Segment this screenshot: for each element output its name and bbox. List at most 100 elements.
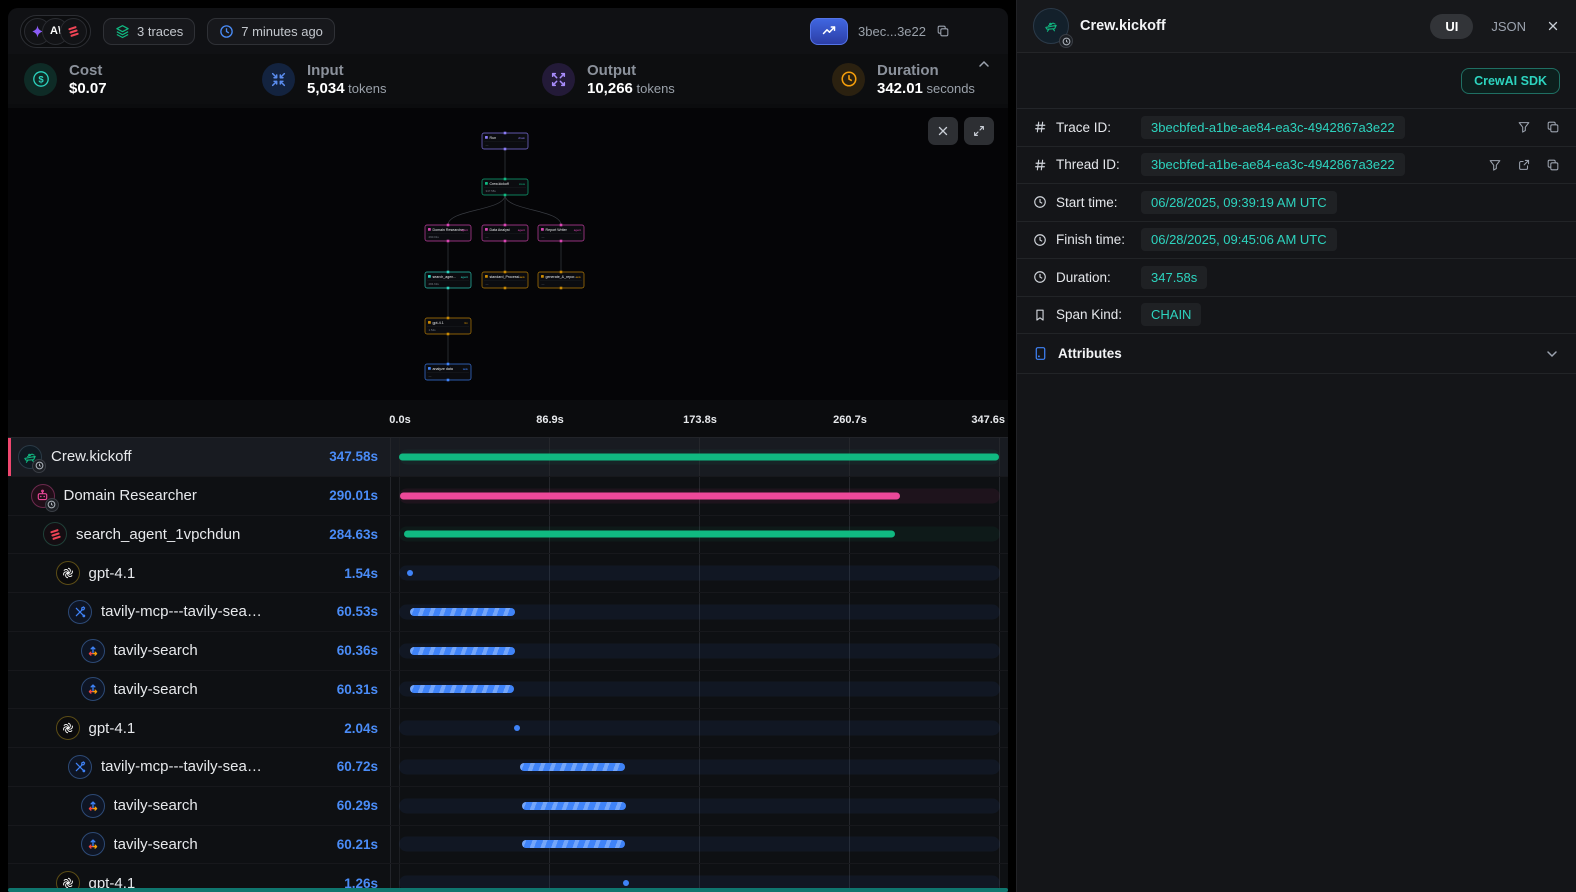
field-value[interactable]: CHAIN (1141, 303, 1201, 326)
svg-text:—: — (429, 374, 432, 378)
field-row-finish-time: Finish time:06/28/2025, 09:45:06 AM UTC (1017, 222, 1576, 260)
timeline-bar[interactable] (522, 840, 626, 848)
graph-node-ad[interactable]: analyze datatask— (425, 363, 471, 382)
span-label: tavily-search (114, 681, 329, 698)
field-value[interactable]: 347.58s (1141, 266, 1207, 289)
span-label: gpt-4.1 (89, 720, 337, 737)
bookmark-icon (1033, 308, 1047, 322)
crew-span-icon (1033, 8, 1069, 44)
timeline-bar[interactable] (404, 531, 895, 538)
tab-ui[interactable]: UI (1430, 14, 1473, 39)
field-label: Start time: (1056, 195, 1132, 210)
timeline-bar[interactable] (623, 880, 629, 886)
trace-row-tavily-search[interactable]: tavily-search60.36s (8, 632, 1008, 671)
metric-value: $0.07 (69, 80, 107, 97)
svg-text:search_agen...: search_agen... (433, 275, 457, 279)
row-name-cell: tavily-search60.21s (8, 826, 391, 864)
trace-age-pill[interactable]: 7 minutes ago (207, 18, 335, 45)
chevron-up-icon[interactable] (976, 56, 992, 72)
clock-sm-icon (1033, 233, 1047, 247)
span-label: tavily-search (114, 836, 329, 853)
layers-icon (115, 24, 130, 39)
tab-json[interactable]: JSON (1491, 14, 1526, 39)
graph-node-run[interactable]: Runchain— (482, 132, 528, 151)
clock-icon (840, 70, 858, 88)
trace-row-gpt-4-1[interactable]: gpt-4.12.04s (8, 709, 1008, 748)
trace-row-crew-kickoff[interactable]: Crew.kickoff347.58s (8, 438, 1008, 477)
timeline-track (399, 837, 1000, 852)
external-button[interactable] (1517, 158, 1531, 172)
field-value[interactable]: 3becbfed-a1be-ae84-ea3c-4942867a3e22 (1141, 153, 1405, 176)
graph-close-button[interactable] (928, 117, 958, 145)
timeline-bar[interactable] (410, 685, 514, 693)
span-detail-panel: Crew.kickoff UI JSON CrewAI SDK Trace ID… (1016, 0, 1576, 892)
sdk-badge[interactable]: CrewAI SDK (1461, 68, 1560, 94)
svg-text:task: task (576, 275, 582, 279)
timeline-bar[interactable] (522, 802, 626, 810)
field-value[interactable]: 06/28/2025, 09:39:19 AM UTC (1141, 191, 1337, 214)
trace-row-gpt-4-1[interactable]: gpt-4.11.54s (8, 554, 1008, 593)
dollar-icon: $ (31, 69, 51, 89)
filter-button[interactable] (1488, 158, 1502, 172)
timeline-bar[interactable] (514, 725, 520, 731)
svg-text:standard_Processi...: standard_Processi... (490, 275, 523, 279)
copy-icon[interactable] (936, 24, 950, 38)
row-chart-cell (391, 632, 1008, 670)
graph-node-sa[interactable]: search_agen...agent284.63s (425, 271, 471, 290)
timeline-bar[interactable] (400, 492, 901, 499)
timeline-bar[interactable] (520, 763, 625, 771)
filter-button[interactable] (1517, 120, 1531, 134)
svg-text:—: — (486, 282, 489, 286)
trend-button[interactable] (810, 18, 848, 45)
svg-text:284.63s: 284.63s (429, 282, 440, 286)
svg-text:generate_&_repor...: generate_&_repor... (546, 275, 578, 279)
tools-row-icon (68, 755, 92, 779)
row-name-cell: tavily-search60.29s (8, 787, 391, 825)
timeline-bar[interactable] (410, 608, 514, 616)
svg-text:Report Writer: Report Writer (546, 228, 568, 232)
graph-node-gr[interactable]: generate_&_repor...task— (538, 271, 584, 290)
clock-sm-icon (1033, 195, 1047, 209)
clock-sm-icon (1033, 270, 1047, 284)
metric-label: Output (587, 62, 675, 79)
avatar-crewai (60, 18, 87, 45)
metric-unit: tokens (345, 81, 387, 96)
graph-node-da[interactable]: Data Analystagent— (482, 224, 528, 243)
trace-row-search-agent-1vpchdun[interactable]: search_agent_1vpchdun284.63s (8, 516, 1008, 555)
trace-row-tavily-search[interactable]: tavily-search60.21s (8, 826, 1008, 865)
trace-row-tavily-search[interactable]: tavily-search60.31s (8, 671, 1008, 710)
row-chart-cell (391, 516, 1008, 554)
field-value[interactable]: 3becbfed-a1be-ae84-ea3c-4942867a3e22 (1141, 116, 1405, 139)
attributes-section-header[interactable]: Attributes (1017, 334, 1576, 374)
span-label: tavily-search (114, 642, 329, 659)
graph-node-dr[interactable]: Domain Researcheragent290.01s (425, 224, 471, 243)
crew-row-icon (18, 445, 42, 469)
trace-row-domain-researcher[interactable]: Domain Researcher290.01s (8, 477, 1008, 516)
close-panel-icon[interactable] (1546, 19, 1560, 33)
axis-tick-label: 173.8s (683, 414, 717, 426)
axis-tick-label: 260.7s (833, 414, 867, 426)
graph-expand-button[interactable] (964, 117, 994, 145)
graph-node-crew[interactable]: Crew.kickoffcrew347.58s (482, 178, 528, 197)
provider-avatars[interactable]: A\ (20, 15, 91, 48)
trace-row-tavily-search[interactable]: tavily-search60.29s (8, 787, 1008, 826)
timeline-bar[interactable] (399, 453, 999, 460)
chevron-down-icon[interactable] (1544, 346, 1560, 362)
row-name-cell: Crew.kickoff347.58s (8, 438, 391, 476)
traces-count-pill[interactable]: 3 traces (103, 18, 195, 45)
field-value[interactable]: 06/28/2025, 09:45:06 AM UTC (1141, 228, 1337, 251)
graph-node-gpt[interactable]: gpt-4.1llm1.54s (425, 317, 471, 336)
tools-icon (73, 760, 87, 774)
trace-row-tavily-mcp-tavily-sea[interactable]: tavily-mcp---tavily-sea…60.53s (8, 593, 1008, 632)
graph-node-sp[interactable]: standard_Processi...task— (482, 271, 528, 290)
clock-badge-icon (32, 459, 46, 473)
arrows-in-icon (270, 71, 287, 88)
timeline-bar[interactable] (407, 570, 413, 576)
field-label: Span Kind: (1056, 307, 1132, 322)
copy-button[interactable] (1546, 158, 1560, 172)
timeline-bar[interactable] (410, 647, 514, 655)
span-duration: 1.54s (344, 566, 378, 581)
copy-button[interactable] (1546, 120, 1560, 134)
trace-row-tavily-mcp-tavily-sea[interactable]: tavily-mcp---tavily-sea…60.72s (8, 748, 1008, 787)
graph-node-rw[interactable]: Report Writeragent— (538, 224, 584, 243)
